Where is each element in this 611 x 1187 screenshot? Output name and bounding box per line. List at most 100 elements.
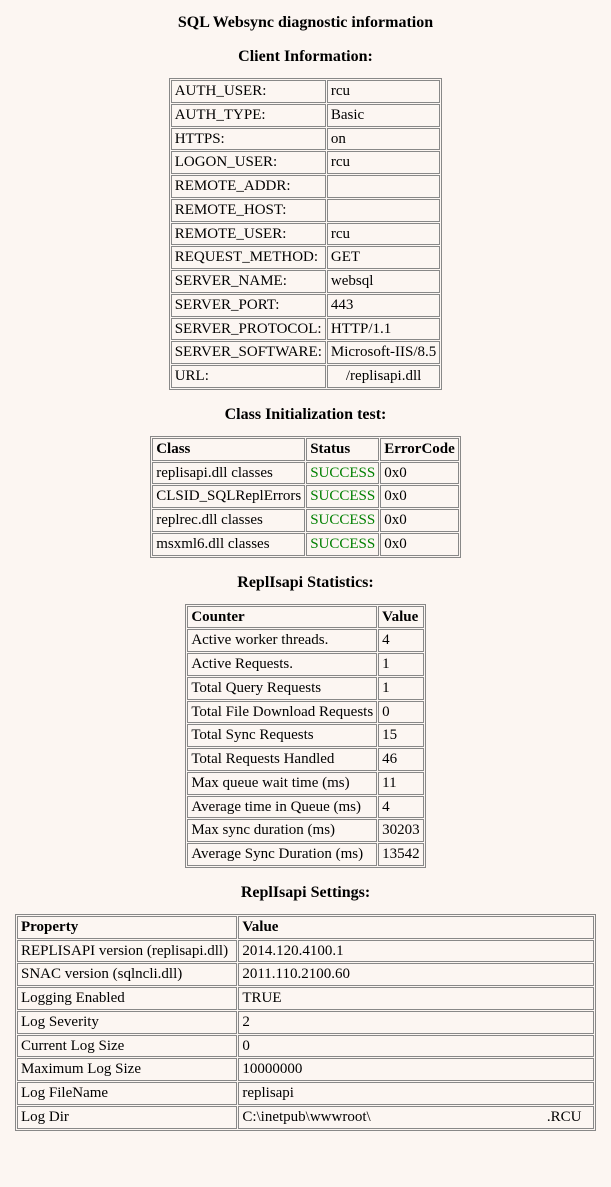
settings-property: Current Log Size: [17, 1035, 237, 1058]
column-header: ErrorCode: [380, 438, 459, 461]
class-errorcode: 0x0: [380, 509, 459, 532]
class-init-table: ClassStatusErrorCodereplisapi.dll classe…: [150, 436, 461, 558]
client-info-value: rcu: [327, 223, 440, 246]
client-info-value: [327, 175, 440, 198]
stats-value: 11: [378, 772, 424, 795]
settings-value: TRUE: [238, 987, 594, 1010]
table-row: Active Requests.1: [187, 653, 423, 676]
settings-property: Log FileName: [17, 1082, 237, 1105]
table-row: Average time in Queue (ms)4: [187, 796, 423, 819]
stats-value: 1: [378, 677, 424, 700]
settings-value: C:\inetpub\wwwroot\ .RCU: [238, 1106, 594, 1129]
settings-value: 2014.120.4100.1: [238, 940, 594, 963]
settings-value: 2011.110.2100.60: [238, 963, 594, 986]
settings-property: Maximum Log Size: [17, 1058, 237, 1081]
client-info-value: GET: [327, 246, 440, 269]
table-row: Maximum Log Size10000000: [17, 1058, 594, 1081]
settings-heading: ReplIsapi Settings:: [15, 884, 596, 902]
table-row: Active worker threads.4: [187, 629, 423, 652]
table-row: SERVER_SOFTWARE:Microsoft-IIS/8.5: [171, 341, 441, 364]
settings-value: 0: [238, 1035, 594, 1058]
client-info-heading: Client Information:: [15, 48, 596, 66]
client-info-value: websql: [327, 270, 440, 293]
stats-table: CounterValueActive worker threads.4Activ…: [185, 604, 425, 868]
table-row: replisapi.dll classesSUCCESS0x0: [152, 462, 459, 485]
client-info-label: SERVER_SOFTWARE:: [171, 341, 326, 364]
client-info-value: Basic: [327, 104, 440, 127]
client-info-label: REMOTE_USER:: [171, 223, 326, 246]
class-status: SUCCESS: [306, 462, 379, 485]
column-header: Status: [306, 438, 379, 461]
class-errorcode: 0x0: [380, 485, 459, 508]
column-header: Counter: [187, 606, 377, 629]
table-row: HTTPS:on: [171, 128, 441, 151]
client-info-label: LOGON_USER:: [171, 151, 326, 174]
table-row: Logging EnabledTRUE: [17, 987, 594, 1010]
stats-heading: ReplIsapi Statistics:: [15, 574, 596, 592]
table-row: SERVER_PORT:443: [171, 294, 441, 317]
column-header: Property: [17, 916, 237, 939]
class-name: CLSID_SQLReplErrors: [152, 485, 305, 508]
stats-value: 0: [378, 701, 424, 724]
class-name: replrec.dll classes: [152, 509, 305, 532]
stats-counter: Active worker threads.: [187, 629, 377, 652]
client-info-value: /replisapi.dll: [327, 365, 440, 388]
class-status: SUCCESS: [306, 533, 379, 556]
table-row: Max queue wait time (ms)11: [187, 772, 423, 795]
table-row: Total Requests Handled46: [187, 748, 423, 771]
column-header: Class: [152, 438, 305, 461]
class-status: SUCCESS: [306, 485, 379, 508]
client-info-label: SERVER_NAME:: [171, 270, 326, 293]
table-header-row: PropertyValue: [17, 916, 594, 939]
table-header-row: CounterValue: [187, 606, 423, 629]
client-info-value: [327, 199, 440, 222]
class-errorcode: 0x0: [380, 533, 459, 556]
stats-value: 46: [378, 748, 424, 771]
client-info-label: REMOTE_ADDR:: [171, 175, 326, 198]
stats-counter: Total File Download Requests: [187, 701, 377, 724]
table-row: SERVER_PROTOCOL:HTTP/1.1: [171, 318, 441, 341]
table-row: SERVER_NAME:websql: [171, 270, 441, 293]
client-info-label: HTTPS:: [171, 128, 326, 151]
table-row: Average Sync Duration (ms)13542: [187, 843, 423, 866]
stats-value: 13542: [378, 843, 424, 866]
table-row: Total Query Requests1: [187, 677, 423, 700]
stats-counter: Total Sync Requests: [187, 724, 377, 747]
client-info-value: HTTP/1.1: [327, 318, 440, 341]
table-header-row: ClassStatusErrorCode: [152, 438, 459, 461]
settings-value: 2: [238, 1011, 594, 1034]
column-header: Value: [378, 606, 424, 629]
stats-counter: Max sync duration (ms): [187, 819, 377, 842]
settings-property: REPLISAPI version (replisapi.dll): [17, 940, 237, 963]
settings-property: Log Dir: [17, 1106, 237, 1129]
client-info-label: AUTH_USER:: [171, 80, 326, 103]
table-row: AUTH_TYPE:Basic: [171, 104, 441, 127]
table-row: REQUEST_METHOD:GET: [171, 246, 441, 269]
client-info-value: 443: [327, 294, 440, 317]
class-init-heading: Class Initialization test:: [15, 406, 596, 424]
client-info-value: rcu: [327, 151, 440, 174]
table-row: LOGON_USER:rcu: [171, 151, 441, 174]
stats-counter: Active Requests.: [187, 653, 377, 676]
settings-property: SNAC version (sqlncli.dll): [17, 963, 237, 986]
client-info-value: rcu: [327, 80, 440, 103]
class-name: replisapi.dll classes: [152, 462, 305, 485]
table-row: REMOTE_ADDR:: [171, 175, 441, 198]
table-row: SNAC version (sqlncli.dll)2011.110.2100.…: [17, 963, 594, 986]
class-name: msxml6.dll classes: [152, 533, 305, 556]
client-info-label: REQUEST_METHOD:: [171, 246, 326, 269]
settings-value: replisapi: [238, 1082, 594, 1105]
table-row: Log Severity2: [17, 1011, 594, 1034]
column-header: Value: [238, 916, 594, 939]
client-info-label: REMOTE_HOST:: [171, 199, 326, 222]
client-info-value: Microsoft-IIS/8.5: [327, 341, 440, 364]
table-row: URL:/replisapi.dll: [171, 365, 441, 388]
stats-counter: Total Requests Handled: [187, 748, 377, 771]
table-row: replrec.dll classesSUCCESS0x0: [152, 509, 459, 532]
page-title: SQL Websync diagnostic information: [15, 14, 596, 32]
stats-counter: Average Sync Duration (ms): [187, 843, 377, 866]
table-row: Max sync duration (ms)30203: [187, 819, 423, 842]
settings-property: Logging Enabled: [17, 987, 237, 1010]
client-info-label: URL:: [171, 365, 326, 388]
class-errorcode: 0x0: [380, 462, 459, 485]
